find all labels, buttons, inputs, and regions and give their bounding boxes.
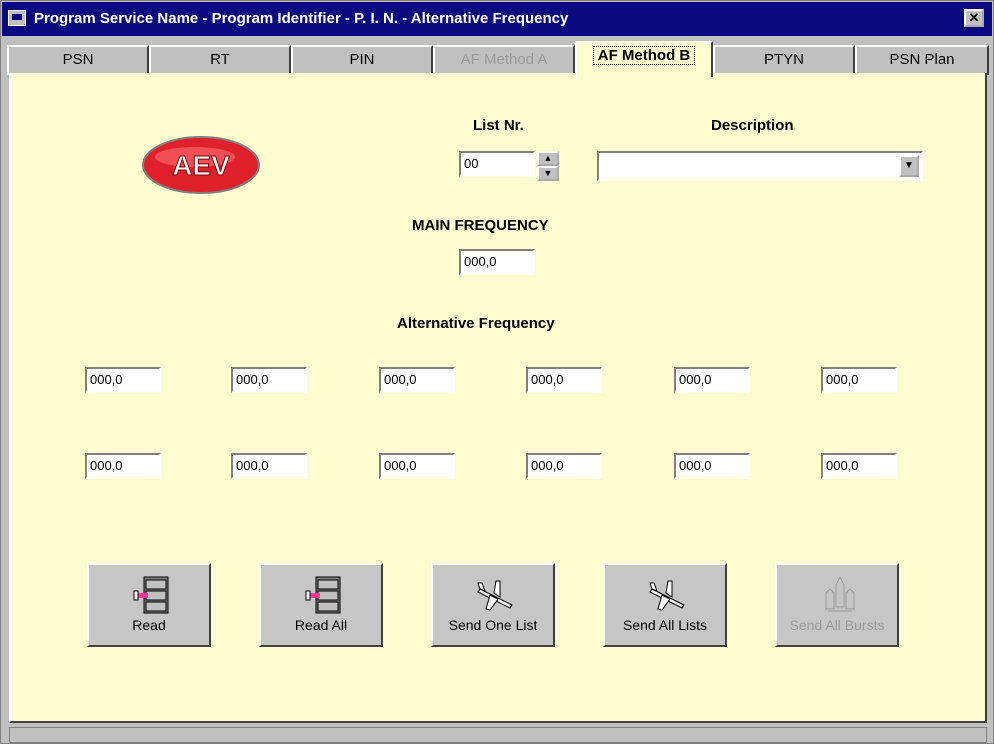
af-input-3[interactable]: 000,0 bbox=[379, 367, 455, 393]
logo-text: AEV bbox=[172, 150, 230, 181]
file-cabinet-icon bbox=[133, 576, 169, 614]
af-input-12[interactable]: 000,0 bbox=[821, 453, 897, 479]
send-all-lists-button[interactable]: Send All Lists bbox=[603, 563, 727, 647]
send-all-bursts-button[interactable]: Send All Bursts bbox=[775, 563, 899, 647]
tab-psn-plan[interactable]: PSN Plan bbox=[855, 45, 989, 75]
list-number-label: List Nr. bbox=[473, 117, 524, 134]
list-number-input[interactable]: 00 bbox=[459, 151, 535, 177]
app-icon[interactable] bbox=[8, 10, 26, 26]
main-frequency-input[interactable]: 000,0 bbox=[459, 249, 535, 275]
tab-af-method-b[interactable]: AF Method B bbox=[575, 41, 713, 77]
aev-logo-icon: AEV bbox=[142, 136, 260, 194]
read-all-button[interactable]: Read All bbox=[259, 563, 383, 647]
af-input-9[interactable]: 000,0 bbox=[379, 453, 455, 479]
tab-rt[interactable]: RT bbox=[149, 45, 291, 75]
close-icon: ✕ bbox=[968, 10, 980, 25]
list-number-spinner[interactable]: ▲ ▼ bbox=[537, 151, 559, 181]
send-all-lists-button-label: Send All Lists bbox=[622, 617, 708, 633]
af-input-11[interactable]: 000,0 bbox=[674, 453, 750, 479]
chevron-down-icon[interactable]: ▼ bbox=[899, 155, 919, 177]
tab-psn[interactable]: PSN bbox=[7, 45, 149, 75]
main-window: Program Service Name - Program Identifie… bbox=[0, 0, 994, 744]
af-input-10[interactable]: 000,0 bbox=[526, 453, 602, 479]
description-dropdown[interactable]: ▼ bbox=[597, 151, 923, 181]
af-input-7[interactable]: 000,0 bbox=[85, 453, 161, 479]
tab-pin[interactable]: PIN bbox=[291, 45, 433, 75]
spin-down-icon[interactable]: ▼ bbox=[537, 166, 559, 181]
tab-strip: PSN RT PIN AF Method A AF Method B PTYN … bbox=[7, 37, 989, 77]
send-one-list-button[interactable]: Send One List bbox=[431, 563, 555, 647]
space-shuttle-icon bbox=[825, 575, 855, 612]
airplane-icon bbox=[477, 580, 513, 611]
spin-up-icon[interactable]: ▲ bbox=[537, 151, 559, 166]
file-cabinet-icon bbox=[305, 576, 341, 614]
af-input-8[interactable]: 000,0 bbox=[231, 453, 307, 479]
af-input-5[interactable]: 000,0 bbox=[674, 367, 750, 393]
send-one-list-button-label: Send One List bbox=[448, 617, 538, 633]
af-input-6[interactable]: 000,0 bbox=[821, 367, 897, 393]
airplane-icon bbox=[649, 580, 685, 611]
alternative-frequency-label: Alternative Frequency bbox=[397, 315, 555, 332]
window-title: Program Service Name - Program Identifie… bbox=[34, 10, 569, 27]
close-button[interactable]: ✕ bbox=[964, 9, 984, 27]
main-frequency-label: MAIN FREQUENCY bbox=[412, 217, 549, 234]
af-input-1[interactable]: 000,0 bbox=[85, 367, 161, 393]
tab-af-method-a[interactable]: AF Method A bbox=[433, 45, 575, 75]
af-input-2[interactable]: 000,0 bbox=[231, 367, 307, 393]
read-button[interactable]: Read bbox=[87, 563, 211, 647]
send-all-bursts-button-label: Send All Bursts bbox=[789, 617, 885, 633]
read-all-button-label: Read All bbox=[294, 617, 348, 633]
read-button-label: Read bbox=[132, 617, 166, 633]
tab-ptyn[interactable]: PTYN bbox=[713, 45, 855, 75]
af-input-4[interactable]: 000,0 bbox=[526, 367, 602, 393]
title-bar: Program Service Name - Program Identifie… bbox=[2, 2, 992, 36]
description-label: Description bbox=[711, 117, 794, 134]
status-bar bbox=[9, 727, 987, 743]
